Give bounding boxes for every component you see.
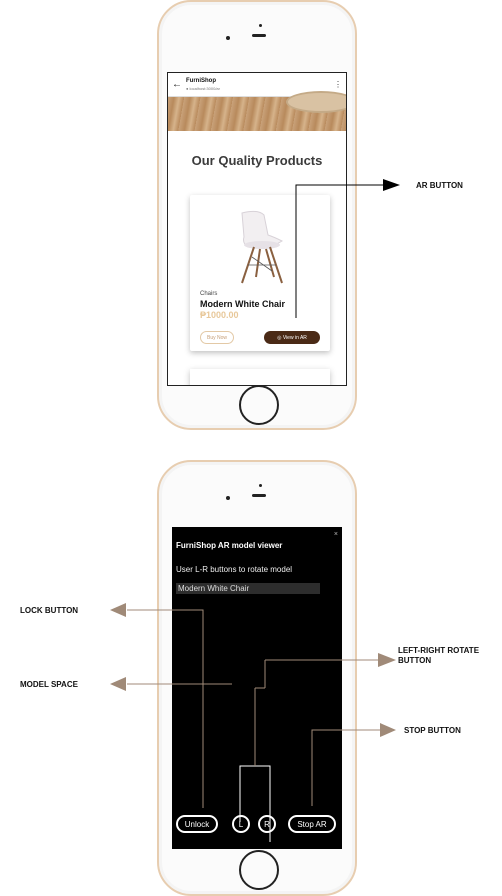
hero-image xyxy=(168,91,346,131)
rotate-left-button[interactable]: L xyxy=(232,815,250,833)
viewer-hint: User L-R buttons to rotate model xyxy=(176,565,293,574)
ar-viewer-screen: × FurniShop AR model viewer User L-R but… xyxy=(172,527,342,849)
section-title: Our Quality Products xyxy=(191,153,323,168)
ar-button-annotation: AR BUTTON xyxy=(416,181,463,190)
view-in-ar-button[interactable]: ◎ View in AR xyxy=(264,331,320,344)
viewer-title: FurniShop AR model viewer xyxy=(176,541,283,550)
back-arrow-icon[interactable]: ← xyxy=(172,79,182,90)
rotate-button-annotation-line2: BUTTON xyxy=(398,656,432,665)
rug-image xyxy=(286,91,346,113)
speaker-grille xyxy=(252,494,266,497)
product-price: ₱1000.00 xyxy=(200,310,239,320)
camera-dot xyxy=(259,484,262,487)
home-button[interactable] xyxy=(239,385,279,425)
product-category: Chairs xyxy=(200,291,218,297)
home-button[interactable] xyxy=(239,850,279,890)
model-space-annotation: MODEL SPACE xyxy=(20,680,78,689)
chair-image xyxy=(241,210,283,284)
product-card[interactable]: Chairs Modern White Chair ₱1000.00 Buy N… xyxy=(190,195,330,351)
model-space[interactable] xyxy=(172,599,342,809)
url-area[interactable]: FurniShop ● localhost:3000/ar xyxy=(186,78,334,92)
rotate-right-button[interactable]: R xyxy=(258,815,276,833)
camera-dot xyxy=(259,24,262,27)
lock-button-annotation: LOCK BUTTON xyxy=(20,606,79,615)
product-card-next[interactable] xyxy=(190,369,330,385)
stop-button-annotation: STOP BUTTON xyxy=(404,726,461,735)
speaker-grille xyxy=(252,34,266,37)
front-camera xyxy=(226,496,230,500)
close-icon[interactable]: × xyxy=(334,531,338,538)
buy-now-button[interactable]: Buy Now xyxy=(200,331,234,344)
front-camera xyxy=(226,36,230,40)
kebab-menu-icon[interactable]: ⋮ xyxy=(334,80,342,89)
unlock-button[interactable]: Unlock xyxy=(176,815,218,833)
shop-screen: ← FurniShop ● localhost:3000/ar ⋮ Our Qu… xyxy=(167,72,347,386)
site-name: FurniShop xyxy=(186,77,216,84)
stop-ar-button[interactable]: Stop AR xyxy=(288,815,336,833)
viewer-model-name: Modern White Chair xyxy=(176,583,320,594)
rotate-button-annotation-line1: LEFT-RIGHT ROTATE xyxy=(398,646,480,655)
product-name: Modern White Chair xyxy=(200,299,285,309)
